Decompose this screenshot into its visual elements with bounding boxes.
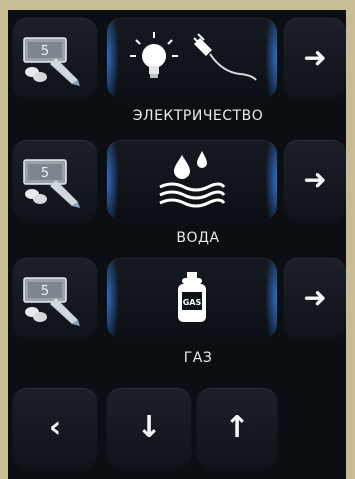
water-label: ВОДА <box>176 230 220 246</box>
scroll-down-button[interactable]: ↓ <box>107 388 191 468</box>
water-button[interactable] <box>107 140 277 220</box>
gas-button[interactable]: GAS <box>107 258 277 338</box>
electricity-icon <box>130 32 257 81</box>
arrow-right-icon: ➜ <box>303 163 327 196</box>
water-icon <box>159 151 226 208</box>
svg-text:5: 5 <box>41 44 49 59</box>
payment-icon: 5 <box>23 159 80 208</box>
scroll-up-button[interactable]: ↑ <box>197 388 277 468</box>
arrow-down-icon: ↓ <box>136 410 162 445</box>
utility-panel: 5 ➜ ЭЛЕКТРИЧЕСТВО 5 ➜ ВОДА 5 GAS ➜ ГАЗ ‹… <box>8 10 346 479</box>
electricity-button[interactable] <box>107 18 277 98</box>
chevron-left-icon: ‹ <box>48 410 62 445</box>
arrow-up-icon: ↑ <box>224 410 250 445</box>
payment-icon: 5 <box>23 277 80 326</box>
gas-label: ГАЗ <box>183 350 213 366</box>
electricity-label: ЭЛЕКТРИЧЕСТВО <box>132 108 264 124</box>
payment-icon: 5 <box>23 37 80 86</box>
pay-electricity-button[interactable]: 5 <box>13 18 97 98</box>
back-button[interactable]: ‹ <box>13 388 97 468</box>
svg-text:5: 5 <box>41 284 49 299</box>
pay-water-button[interactable]: 5 <box>13 140 97 220</box>
electricity-details-button[interactable]: ➜ <box>284 18 346 98</box>
arrow-right-icon: ➜ <box>303 281 327 314</box>
gas-details-button[interactable]: ➜ <box>284 258 346 338</box>
svg-text:5: 5 <box>41 166 49 181</box>
water-details-button[interactable]: ➜ <box>284 140 346 220</box>
pay-gas-button[interactable]: 5 <box>13 258 97 338</box>
gas-cylinder-icon: GAS <box>178 272 206 322</box>
arrow-right-icon: ➜ <box>303 41 327 74</box>
svg-text:GAS: GAS <box>183 298 202 307</box>
